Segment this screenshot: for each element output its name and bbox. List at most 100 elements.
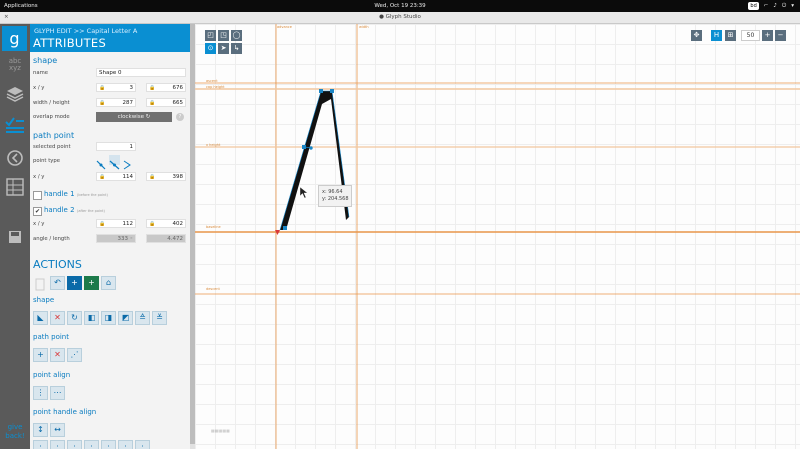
- glyph-edit-surface[interactable]: [195, 24, 800, 449]
- point-x-input[interactable]: 🔒 114: [96, 172, 136, 181]
- nav-layers-icon[interactable]: [4, 86, 26, 104]
- symmetric-point-type-icon[interactable]: [122, 155, 133, 170]
- mouse-cursor-icon: [299, 186, 309, 199]
- handle-align-vertical-icon[interactable]: ↕: [33, 423, 48, 437]
- delete-shape-icon[interactable]: ✕: [50, 311, 65, 325]
- system-clock[interactable]: Wed, Oct 19 23:39: [0, 0, 800, 12]
- left-nav-bar: g abc xyz give back!: [0, 24, 30, 449]
- rotate-icon[interactable]: ◩: [118, 311, 133, 325]
- handle-point[interactable]: [309, 146, 313, 150]
- move-up-layer-icon[interactable]: ≙: [135, 311, 150, 325]
- corner-point-type-icon[interactable]: [96, 155, 107, 170]
- width-height-label: width / height: [33, 100, 70, 106]
- select-tool-icon[interactable]: ➤: [218, 43, 229, 54]
- shape-y-input[interactable]: 🔒 676: [146, 83, 186, 92]
- handle1-label: handle 1: [44, 190, 75, 198]
- handle2-x-value: 112: [122, 221, 134, 227]
- shape-x-value: 3: [129, 85, 134, 91]
- xy-label: x / y: [33, 85, 45, 91]
- handle1-checkbox[interactable]: [33, 191, 42, 200]
- handle-align-f-icon[interactable]: ·: [118, 440, 133, 449]
- nav-attributes-icon[interactable]: [4, 116, 26, 134]
- handle2-checkbox[interactable]: ✔: [33, 207, 42, 216]
- glyphr-logo-icon[interactable]: g: [2, 26, 27, 51]
- shape-name-input[interactable]: Shape 0: [96, 68, 186, 77]
- handle-align-e-icon[interactable]: ·: [101, 440, 116, 449]
- path-point[interactable]: [319, 89, 323, 93]
- nav-guides-icon[interactable]: [4, 178, 26, 196]
- chevron-down-icon[interactable]: ▾: [791, 0, 794, 12]
- point-type-label: point type: [33, 158, 61, 164]
- handle2-y-value: 402: [172, 221, 184, 227]
- path-point-selected[interactable]: [302, 145, 306, 149]
- move-down-layer-icon[interactable]: ≚: [152, 311, 167, 325]
- selected-point-input[interactable]: 1: [96, 142, 136, 151]
- glyph-shape[interactable]: [280, 91, 349, 230]
- point-y-input[interactable]: 🔒 398: [146, 172, 186, 181]
- add-shape-icon[interactable]: +: [67, 276, 82, 290]
- path-point[interactable]: [330, 89, 334, 93]
- help-icon[interactable]: ?: [176, 113, 184, 121]
- slice-tool-icon[interactable]: ↳: [231, 43, 242, 54]
- get-shape-icon[interactable]: ⌂: [101, 276, 116, 290]
- handle-align-a-icon[interactable]: ·: [33, 440, 48, 449]
- align-vertical-icon[interactable]: ⋮: [33, 386, 48, 400]
- network-icon[interactable]: ⌐: [764, 0, 769, 12]
- shape-actions-label: shape: [33, 296, 55, 304]
- shape-copy-icon[interactable]: ◣: [33, 311, 48, 325]
- pan-tool-icon[interactable]: ✥: [691, 30, 702, 41]
- lock-icon[interactable]: 🔒: [99, 173, 105, 182]
- lock-icon[interactable]: 🔒: [99, 99, 105, 108]
- handle-align-g-icon[interactable]: ·: [135, 440, 150, 449]
- handle2-hint: (after the point): [77, 209, 105, 213]
- shape-x-input[interactable]: 🔒 3: [96, 83, 136, 92]
- flip-vertical-icon[interactable]: ◨: [101, 311, 116, 325]
- reset-handles-icon[interactable]: ⋰: [67, 348, 82, 362]
- align-horizontal-icon[interactable]: ⋯: [50, 386, 65, 400]
- lock-icon[interactable]: 🔒: [99, 84, 105, 93]
- shape-width-input[interactable]: 🔒 287: [96, 98, 136, 107]
- nav-save-icon[interactable]: [4, 230, 26, 248]
- nav-history-icon[interactable]: [4, 149, 26, 167]
- handle2-label: handle 2: [44, 206, 75, 214]
- lock-icon[interactable]: 🔒: [149, 173, 155, 182]
- oval-tool-icon[interactable]: ◯: [231, 30, 242, 41]
- pen-tool-icon[interactable]: ◰: [205, 30, 216, 41]
- handle1-hint: (before the point): [77, 193, 108, 197]
- shape-tool-icon[interactable]: ◳: [218, 30, 229, 41]
- keyboard-layout-chip[interactable]: bd: [748, 2, 759, 10]
- zoom-level-input[interactable]: 50: [741, 30, 760, 41]
- handle2-y-input[interactable]: 🔒 402: [146, 219, 186, 228]
- path-point[interactable]: [283, 226, 287, 230]
- reverse-winding-icon[interactable]: ↻: [67, 311, 82, 325]
- lock-icon[interactable]: 🔒: [149, 220, 155, 229]
- volume-icon[interactable]: ♪: [773, 0, 777, 12]
- undo-icon[interactable]: ↶: [50, 276, 65, 290]
- zoom-out-button[interactable]: −: [775, 30, 786, 41]
- nav-chooser-icon[interactable]: abc xyz: [4, 58, 26, 76]
- handle-align-d-icon[interactable]: ·: [84, 440, 99, 449]
- handle-align-b-icon[interactable]: ·: [50, 440, 65, 449]
- lock-icon[interactable]: 🔒: [99, 220, 105, 229]
- handle-align-c-icon[interactable]: ·: [67, 440, 82, 449]
- delete-point-icon[interactable]: ✕: [50, 348, 65, 362]
- window-titlebar: × ● Glyph Studio: [0, 12, 800, 24]
- handle-align-horizontal-icon[interactable]: ↔: [50, 423, 65, 437]
- power-icon[interactable]: ⏻: [782, 0, 786, 12]
- lock-icon[interactable]: 🔒: [149, 99, 155, 108]
- add-component-icon[interactable]: +: [84, 276, 99, 290]
- lock-icon[interactable]: 🔒: [149, 84, 155, 93]
- path-edit-tool-icon[interactable]: ⊙: [205, 43, 216, 54]
- flip-horizontal-icon[interactable]: ◧: [84, 311, 99, 325]
- copy-icon[interactable]: [34, 276, 46, 291]
- toggle-hints-icon[interactable]: H: [711, 30, 722, 41]
- overlap-mode-button[interactable]: clockwise ↻: [96, 112, 172, 122]
- insert-point-icon[interactable]: +: [33, 348, 48, 362]
- handle2-x-input[interactable]: 🔒 112: [96, 219, 136, 228]
- flat-point-type-icon[interactable]: [109, 155, 120, 170]
- give-back-link[interactable]: give back!: [2, 423, 28, 441]
- breadcrumb[interactable]: GLYPH EDIT >> Capital Letter A: [34, 27, 137, 35]
- zoom-in-button[interactable]: +: [762, 30, 773, 41]
- toggle-view-icon[interactable]: ⊞: [725, 30, 736, 41]
- shape-height-input[interactable]: 🔒 665: [146, 98, 186, 107]
